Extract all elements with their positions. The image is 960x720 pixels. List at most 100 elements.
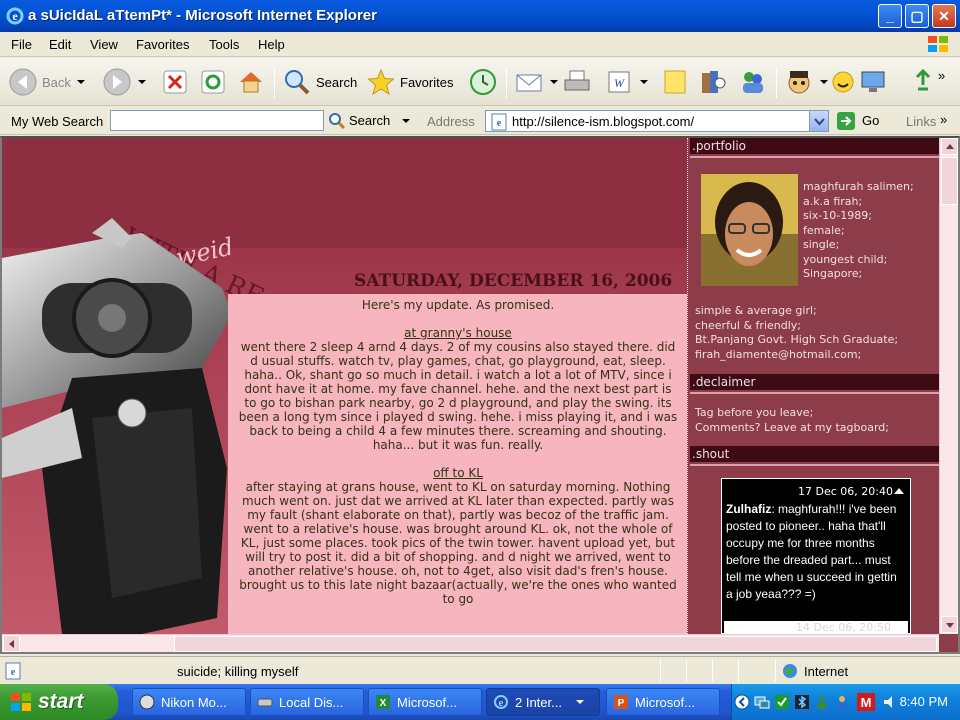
address-label: Address xyxy=(427,114,475,129)
profile-name: maghfurah salimen; xyxy=(803,180,914,193)
svg-text:W: W xyxy=(614,76,625,90)
emoticon-button[interactable] xyxy=(828,66,858,98)
profile-gender: female; xyxy=(803,223,845,237)
word-edit-icon: W xyxy=(608,71,630,93)
shout-scroll-up-icon[interactable] xyxy=(894,488,904,494)
search-dropdown-icon[interactable] xyxy=(402,118,411,123)
horizontal-scroll-thumb[interactable] xyxy=(174,636,937,652)
task-group-dropdown-icon[interactable] xyxy=(575,700,584,704)
task-local-disk[interactable]: Local Dis... xyxy=(250,688,364,716)
refresh-button[interactable] xyxy=(198,66,228,98)
page-icon: e xyxy=(491,113,507,131)
messenger-tray-icon[interactable] xyxy=(814,694,830,710)
svg-text:e: e xyxy=(11,667,16,678)
note-button[interactable] xyxy=(660,66,690,98)
speaker-icon[interactable] xyxy=(882,694,898,710)
task-powerpoint[interactable]: P Microsof... xyxy=(606,688,720,716)
svg-text:X: X xyxy=(380,698,387,709)
menu-file[interactable]: File xyxy=(11,37,32,52)
magnifier-icon xyxy=(285,70,310,95)
antivirus-icon[interactable] xyxy=(774,694,790,710)
shout-next-date: 14 Dec 06, 20:50 xyxy=(724,621,908,633)
svg-text:P: P xyxy=(618,698,625,709)
mcafee-icon[interactable]: M xyxy=(856,692,876,712)
recycle-icon xyxy=(915,68,931,91)
section-body-kl: after staying at grans house, went to KL… xyxy=(239,480,677,606)
scroll-up-button[interactable] xyxy=(941,138,958,155)
start-button[interactable]: start xyxy=(0,684,118,720)
profile-email: firah_diamente@hotmail.com; xyxy=(695,347,862,361)
maximize-button[interactable]: ▢ xyxy=(905,4,929,28)
links-chevron-icon[interactable]: » xyxy=(940,112,947,127)
research-button[interactable] xyxy=(698,66,728,98)
monitor-button[interactable] xyxy=(858,66,888,98)
shout-author: Zulhafiz xyxy=(726,502,772,516)
disclaimer-line: Tag before you leave; xyxy=(695,406,814,419)
disk-drive-icon xyxy=(257,698,273,707)
shoutbox[interactable]: 17 Dec 06, 20:40 Zulhafiz: maghfurah!!! … xyxy=(721,478,911,634)
profile-extra-line: cheerful & friendly; xyxy=(695,318,801,332)
edit-button[interactable]: W xyxy=(604,66,648,98)
windows-logo-icon xyxy=(11,693,31,711)
recycle-button[interactable] xyxy=(908,66,938,98)
disclaimer-text: Tag before you leave; Comments? Leave at… xyxy=(695,406,935,435)
menu-view[interactable]: View xyxy=(90,37,118,52)
vertical-scrollbar[interactable] xyxy=(939,138,958,634)
ie-logo-icon: e xyxy=(6,7,24,25)
disclaimer-heading: .declaimer xyxy=(690,374,939,390)
back-button[interactable]: Back xyxy=(8,66,85,98)
websearch-input[interactable] xyxy=(110,110,324,131)
portfolio-heading: .portfolio xyxy=(690,138,939,154)
toolbar-overflow-chevron-icon[interactable]: » xyxy=(938,68,945,83)
title-bar[interactable]: e a sUicIdaL aTtemPt* - Microsoft Intern… xyxy=(0,0,960,32)
network-icon[interactable] xyxy=(754,694,770,710)
mail-button[interactable] xyxy=(514,66,558,98)
vertical-scroll-thumb[interactable] xyxy=(941,157,958,205)
websearch-button[interactable]: Search xyxy=(328,110,412,131)
task-internet-explorer[interactable]: e 2 Inter... xyxy=(486,688,600,716)
profile-extra-line: simple & average girl; xyxy=(695,304,817,317)
stop-button[interactable] xyxy=(160,66,190,98)
history-icon xyxy=(470,69,496,95)
history-button[interactable] xyxy=(468,66,498,98)
user-tray-icon[interactable] xyxy=(834,694,850,710)
menu-favorites[interactable]: Favorites xyxy=(136,37,189,52)
websearch-label: My Web Search xyxy=(11,114,104,129)
menu-help[interactable]: Help xyxy=(258,37,285,52)
smiley-button[interactable] xyxy=(784,66,828,98)
forward-button[interactable] xyxy=(102,66,146,98)
bluetooth-icon[interactable] xyxy=(794,694,810,710)
forward-arrow-icon xyxy=(103,68,131,96)
menu-bar: File Edit View Favorites Tools Help xyxy=(0,32,960,57)
search-button[interactable]: Search xyxy=(282,66,357,98)
star-icon xyxy=(367,68,395,96)
excel-icon: X xyxy=(376,695,390,709)
svg-text:e: e xyxy=(499,698,504,709)
clock[interactable]: 8:40 PM xyxy=(900,694,948,709)
tray-expand-icon[interactable] xyxy=(734,694,750,710)
task-nikon[interactable]: Nikon Mo... xyxy=(132,688,246,716)
address-dropdown-icon[interactable] xyxy=(809,111,828,131)
scroll-left-button[interactable] xyxy=(3,635,20,652)
home-button[interactable] xyxy=(236,66,266,98)
favorites-button[interactable]: Favorites xyxy=(366,66,453,98)
menu-edit[interactable]: Edit xyxy=(49,37,71,52)
print-button[interactable] xyxy=(562,66,592,98)
toolbar: Back Search Favorites W » xyxy=(0,58,960,106)
svg-text:e: e xyxy=(12,9,18,23)
address-input[interactable]: e http://silence-ism.blogspot.com/ xyxy=(485,110,829,132)
links-label[interactable]: Links xyxy=(906,114,936,129)
menu-tools[interactable]: Tools xyxy=(209,37,239,52)
research-icon xyxy=(702,71,726,93)
minimize-button[interactable]: _ xyxy=(878,4,902,28)
go-button[interactable]: Go xyxy=(836,110,879,131)
back-arrow-icon xyxy=(9,68,37,96)
messenger-button[interactable] xyxy=(738,66,768,98)
go-arrow-icon xyxy=(837,111,855,130)
taskbar: start Nikon Mo... Local Dis... X Microso… xyxy=(0,684,960,720)
close-button[interactable]: ✕ xyxy=(932,4,956,28)
post-date: SATURDAY, DECEMBER 16, 2006 xyxy=(354,271,672,291)
scroll-down-button[interactable] xyxy=(941,616,958,633)
task-excel[interactable]: X Microsof... xyxy=(368,688,482,716)
horizontal-scrollbar[interactable] xyxy=(2,634,939,652)
